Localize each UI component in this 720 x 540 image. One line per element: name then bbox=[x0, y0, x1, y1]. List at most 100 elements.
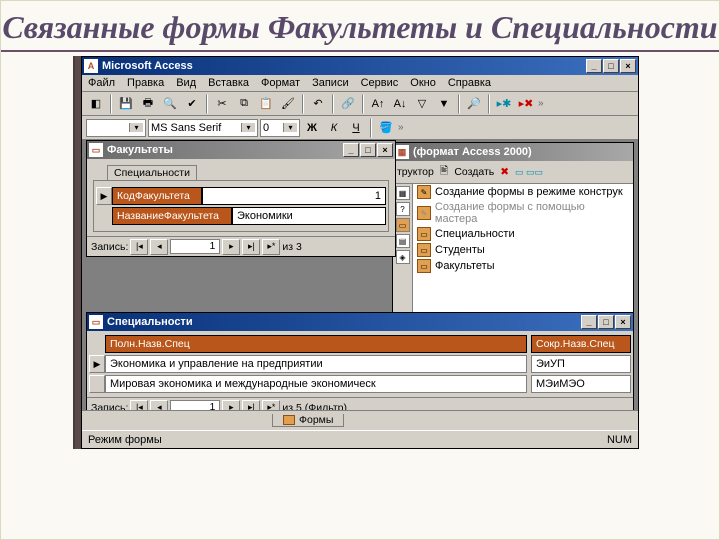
db-sidebar: ▦ ? ▭ ▤ ◈ bbox=[393, 184, 413, 312]
form2-title: Специальности bbox=[107, 316, 581, 328]
font-combo[interactable]: MS Sans Serif▾ bbox=[148, 119, 258, 137]
db-tab-reports-icon[interactable]: ▤ bbox=[396, 234, 410, 248]
spell-button[interactable]: ✔ bbox=[182, 94, 202, 114]
column-header-full: Полн.Назв.Спец bbox=[105, 335, 527, 353]
link-button[interactable]: 🔗 bbox=[338, 94, 358, 114]
cell-r2c2[interactable]: МЭиМЭО bbox=[531, 375, 631, 393]
format-painter-button[interactable]: 🖌 bbox=[278, 94, 298, 114]
form1-subtab[interactable]: Специальности bbox=[107, 165, 197, 180]
form2-minimize[interactable]: _ bbox=[581, 315, 597, 329]
access-app-icon: A bbox=[84, 59, 98, 73]
app-title-bar: A Microsoft Access _ □ × bbox=[82, 57, 638, 75]
delete-record-button[interactable]: ▸✖ bbox=[516, 94, 536, 114]
object-tabs: Формы bbox=[82, 410, 638, 430]
app-title: Microsoft Access bbox=[102, 60, 586, 72]
cell-r1c1[interactable]: Экономика и управление на предприятии bbox=[105, 355, 527, 373]
filter-button[interactable]: ▽ bbox=[412, 94, 432, 114]
db-item-specialnosti[interactable]: ▭Специальности bbox=[413, 226, 633, 242]
sort-asc-button[interactable]: A↑ bbox=[368, 94, 388, 114]
form2-close[interactable]: × bbox=[615, 315, 631, 329]
toolbar-more-icon[interactable]: » bbox=[538, 98, 544, 109]
menu-edit[interactable]: Правка bbox=[127, 77, 164, 89]
sort-desc-button[interactable]: A↓ bbox=[390, 94, 410, 114]
form1-record-nav: Запись: |◂ ◂ 1 ▸ ▸| ▸* из 3 bbox=[87, 236, 395, 256]
menu-records[interactable]: Записи bbox=[312, 77, 349, 89]
db-constructor[interactable]: труктор bbox=[397, 166, 434, 178]
db-forms-list: ✎Создание формы в режиме конструк ✎Созда… bbox=[413, 184, 633, 312]
cell-r2c1[interactable]: Мировая экономика и международные эконом… bbox=[105, 375, 527, 393]
app-maximize-button[interactable]: □ bbox=[603, 59, 619, 73]
form1-icon: ▭ bbox=[89, 143, 103, 157]
record-selector-icon[interactable]: ▶ bbox=[96, 187, 112, 205]
nav-last-button[interactable]: ▸| bbox=[242, 239, 260, 255]
db-tab-tables-icon[interactable]: ▦ bbox=[396, 186, 410, 200]
format-more-icon[interactable]: » bbox=[398, 122, 404, 133]
print-button[interactable]: 🖶 bbox=[138, 94, 158, 114]
cell-r1c2[interactable]: ЭиУП bbox=[531, 355, 631, 373]
menu-insert[interactable]: Вставка bbox=[208, 77, 249, 89]
preview-button[interactable]: 🔍 bbox=[160, 94, 180, 114]
db-item-create-wizard[interactable]: ✎Создание формы с помощью мастера bbox=[413, 200, 633, 226]
nav-next-button[interactable]: ▸ bbox=[222, 239, 240, 255]
form1-minimize[interactable]: _ bbox=[343, 143, 359, 157]
menu-service[interactable]: Сервис bbox=[361, 77, 399, 89]
app-minimize-button[interactable]: _ bbox=[586, 59, 602, 73]
label-nazvanie: НазваниеФакультета bbox=[112, 207, 232, 225]
copy-button[interactable]: ⧉ bbox=[234, 94, 254, 114]
db-item-fakultety[interactable]: ▭Факультеты bbox=[413, 258, 633, 274]
italic-button[interactable]: К bbox=[324, 118, 344, 138]
save-button[interactable]: 💾 bbox=[116, 94, 136, 114]
object-combo[interactable]: ▾ bbox=[86, 119, 146, 137]
db-item-studenty[interactable]: ▭Студенты bbox=[413, 242, 633, 258]
database-window: ▦ (формат Access 2000) труктор 🖹Создать … bbox=[392, 142, 634, 312]
field-nazvanie[interactable]: Экономики bbox=[232, 207, 386, 225]
menu-help[interactable]: Справка bbox=[448, 77, 491, 89]
fill-color-button[interactable]: 🪣 bbox=[376, 118, 396, 138]
underline-button[interactable]: Ч bbox=[346, 118, 366, 138]
db-tab-pages-icon[interactable]: ◈ bbox=[396, 250, 410, 264]
menu-file[interactable]: Файл bbox=[88, 77, 115, 89]
view-button[interactable]: ◧ bbox=[86, 94, 106, 114]
bold-button[interactable]: Ж bbox=[302, 118, 322, 138]
new-record-button[interactable]: ▸✱ bbox=[494, 94, 514, 114]
field-kodfakulteta[interactable]: 1 bbox=[202, 187, 386, 205]
menu-view[interactable]: Вид bbox=[176, 77, 196, 89]
form1-title: Факультеты bbox=[107, 144, 343, 156]
forms-tab-icon bbox=[283, 415, 295, 425]
nav-first-button[interactable]: |◂ bbox=[130, 239, 148, 255]
nav-new-button[interactable]: ▸* bbox=[262, 239, 280, 255]
db-tab-queries-icon[interactable]: ? bbox=[396, 202, 410, 216]
access-app-window: A Microsoft Access _ □ × Файл Правка Вид… bbox=[81, 56, 639, 449]
find-button[interactable]: 🔎 bbox=[464, 94, 484, 114]
slide-title: Связанные формы Факультеты и Специальнос… bbox=[1, 1, 719, 52]
fontsize-combo[interactable]: 0▾ bbox=[260, 119, 300, 137]
db-icon: ▦ bbox=[395, 145, 409, 159]
app-close-button[interactable]: × bbox=[620, 59, 636, 73]
nav-prev-button[interactable]: ◂ bbox=[150, 239, 168, 255]
form-fakultety: ▭ Факультеты _ □ × Специальности ▶ КодФа… bbox=[86, 140, 396, 257]
tab-forms[interactable]: Формы bbox=[272, 414, 344, 427]
db-item-create-designer[interactable]: ✎Создание формы в режиме конструк bbox=[413, 184, 633, 200]
menu-window[interactable]: Окно bbox=[410, 77, 436, 89]
undo-button[interactable]: ↶ bbox=[308, 94, 328, 114]
form2-maximize[interactable]: □ bbox=[598, 315, 614, 329]
status-num: NUM bbox=[607, 434, 632, 446]
paste-button[interactable]: 📋 bbox=[256, 94, 276, 114]
form1-close[interactable]: × bbox=[377, 143, 393, 157]
nav-count: из 3 bbox=[282, 241, 301, 253]
menu-format[interactable]: Формат bbox=[261, 77, 300, 89]
filter2-button[interactable]: ▼ bbox=[434, 94, 454, 114]
column-header-short: Сокр.Назв.Спец bbox=[531, 335, 631, 353]
nav-position[interactable]: 1 bbox=[170, 239, 220, 254]
mdi-client-area: ▦ (формат Access 2000) труктор 🖹Создать … bbox=[82, 140, 638, 430]
cut-button[interactable]: ✂ bbox=[212, 94, 232, 114]
record-selector-icon[interactable]: ▶ bbox=[89, 355, 105, 373]
record-selector-icon[interactable] bbox=[89, 375, 105, 393]
format-toolbar: ▾ MS Sans Serif▾ 0▾ Ж К Ч 🪣 » bbox=[82, 116, 638, 140]
label-kodfakulteta: КодФакультета bbox=[112, 187, 202, 205]
db-create[interactable]: Создать bbox=[454, 166, 494, 178]
status-mode: Режим формы bbox=[88, 434, 162, 446]
form1-maximize[interactable]: □ bbox=[360, 143, 376, 157]
db-tab-forms-icon[interactable]: ▭ bbox=[396, 218, 410, 232]
db-title: (формат Access 2000) bbox=[413, 146, 631, 158]
